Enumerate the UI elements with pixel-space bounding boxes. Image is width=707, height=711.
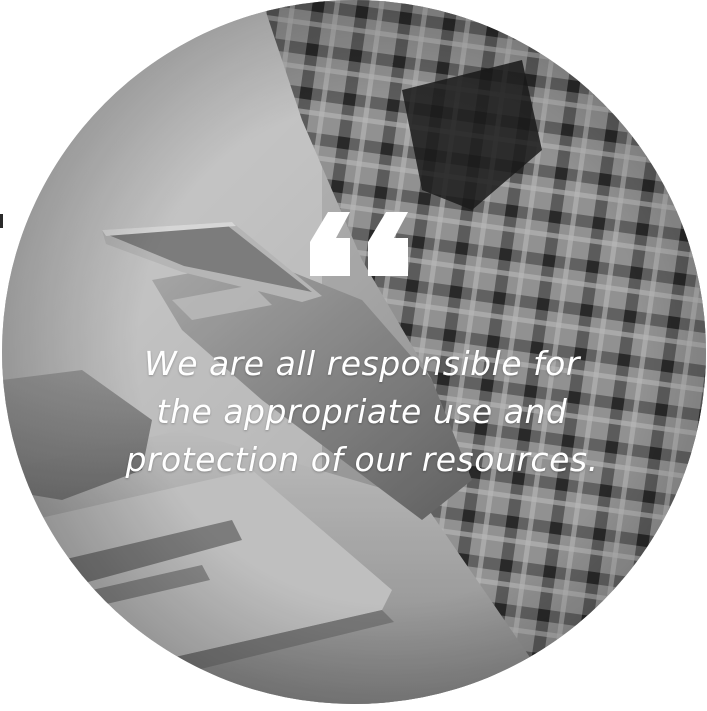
quote-line-1: We are all responsible for: [144, 344, 580, 383]
quote-line-2: the appropriate use and: [156, 392, 568, 431]
quote-text: We are all responsible for the appropria…: [92, 340, 632, 484]
quote-line-3: protection of our resources.: [125, 440, 599, 479]
quotation-mark-icon: [310, 212, 408, 276]
circular-photo: We are all responsible for the appropria…: [2, 0, 706, 704]
page: We are all responsible for the appropria…: [0, 0, 707, 711]
